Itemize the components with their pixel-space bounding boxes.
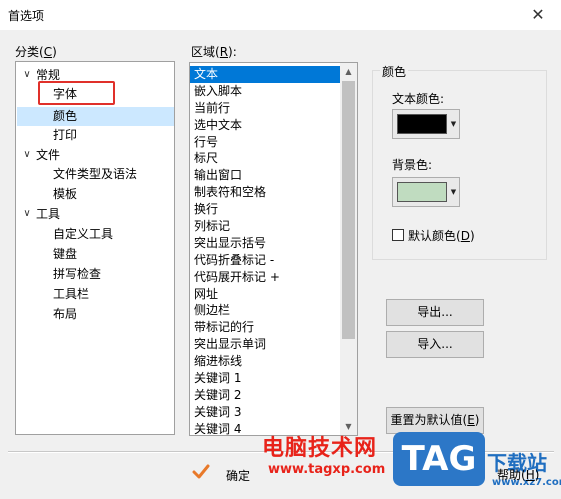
tree-item-font[interactable]: 字体 (53, 84, 77, 104)
region-list-item[interactable]: 输出窗口 (190, 167, 341, 184)
region-list-item[interactable]: 行号 (190, 134, 341, 151)
bg-color-picker[interactable]: ▼ (392, 177, 460, 207)
tree-item-layout[interactable]: 布局 (53, 304, 77, 324)
tree-item-general[interactable]: ∨ 常规 (16, 65, 166, 85)
tree-selection-highlight (17, 107, 174, 126)
region-list-item[interactable]: 制表符和空格 (190, 184, 341, 201)
region-list-item[interactable]: 关键词 3 (190, 404, 341, 421)
regions-label: 区域(R): (191, 45, 237, 59)
region-list[interactable]: 文本 嵌入脚本 当前行 选中文本 行号 标尺 输出窗口 制表符和空格 换行 列标记 突出显示括号 代码… (189, 62, 358, 436)
scroll-thumb[interactable] (342, 81, 355, 339)
text-color-swatch (397, 114, 447, 134)
region-list-item[interactable]: 突出显示单词 (190, 336, 341, 353)
close-button[interactable]: ✕ (515, 0, 561, 30)
dropdown-arrow-icon: ▼ (450, 120, 457, 128)
tree-item-file[interactable]: ∨ 文件 (16, 145, 166, 165)
region-list-item[interactable]: 选中文本 (190, 117, 341, 134)
region-list-item[interactable]: 列标记 (190, 218, 341, 235)
region-list-item[interactable]: 标尺 (190, 150, 341, 167)
checkmark-icon (192, 464, 210, 479)
region-list-item[interactable]: 关键词 1 (190, 370, 341, 387)
text-color-label: 文本颜色: (392, 92, 445, 106)
tree-item-color[interactable]: 颜色 (53, 106, 77, 126)
window-title: 首选项 (8, 9, 45, 23)
tree-item-templates[interactable]: 模板 (53, 184, 77, 204)
region-list-item[interactable]: 突出显示括号 (190, 235, 341, 252)
region-list-item[interactable]: 缩进标线 (190, 353, 341, 370)
chevron-down-icon[interactable]: ∨ (21, 204, 33, 224)
tree-item-print[interactable]: 打印 (53, 125, 77, 145)
region-list-item[interactable]: 代码折叠标记 - (190, 252, 341, 269)
region-list-item[interactable]: 当前行 (190, 100, 341, 117)
default-color-checkbox[interactable] (392, 229, 404, 241)
region-scrollbar[interactable]: ▲ ▼ (340, 63, 357, 435)
region-list-item[interactable]: 换行 (190, 201, 341, 218)
region-list-item[interactable]: 代码展开标记 + (190, 269, 341, 286)
tag-logo: TAG (393, 432, 485, 486)
tree-item-tools[interactable]: ∨ 工具 (16, 204, 166, 224)
help-button[interactable]: 帮助(H) (497, 466, 539, 483)
watermark-site-url: www.tagxp.com (268, 462, 386, 477)
export-button[interactable]: 导出... (386, 299, 484, 326)
bg-color-swatch (397, 182, 447, 202)
region-list-items: 文本 嵌入脚本 当前行 选中文本 行号 标尺 输出窗口 制表符和空格 换行 列标记 突出显示括号 代码… (190, 66, 341, 435)
watermark-site-name: 电脑技术网 (262, 436, 378, 461)
reset-defaults-button[interactable]: 重置为默认值(E) (386, 407, 484, 434)
tree-item-file-types[interactable]: 文件类型及语法 (53, 164, 137, 184)
category-tree[interactable]: ∨ 常规 字体 颜色 打印 ∨ 文件 文件类型及语法 模板 ∨ 工具 自定义工具… (15, 61, 175, 435)
region-list-item[interactable]: 文本 (190, 66, 341, 83)
text-color-picker[interactable]: ▼ (392, 109, 460, 139)
categories-label: 分类(C) (15, 45, 57, 59)
ok-button[interactable]: 确定 (226, 467, 250, 484)
tree-item-custom-tools[interactable]: 自定义工具 (53, 224, 113, 244)
title-bar: 首选项 ✕ (0, 0, 561, 30)
import-button[interactable]: 导入... (386, 331, 484, 358)
default-color-label: 默认颜色(D) (408, 229, 475, 243)
region-list-item[interactable]: 关键词 2 (190, 387, 341, 404)
region-list-item[interactable]: 网址 (190, 286, 341, 303)
dropdown-arrow-icon: ▼ (450, 188, 457, 196)
region-list-item[interactable]: 侧边栏 (190, 302, 341, 319)
chevron-down-icon[interactable]: ∨ (21, 65, 33, 85)
color-group-title: 颜色 (380, 63, 409, 80)
bg-color-label: 背景色: (392, 158, 433, 172)
region-list-item[interactable]: 带标记的行 (190, 319, 341, 336)
scroll-up-icon[interactable]: ▲ (340, 63, 357, 80)
chevron-down-icon[interactable]: ∨ (21, 145, 33, 165)
tree-item-keyboard[interactable]: 键盘 (53, 244, 77, 264)
region-list-item[interactable]: 嵌入脚本 (190, 83, 341, 100)
tree-item-toolbar[interactable]: 工具栏 (53, 284, 89, 304)
tree-item-spell-check[interactable]: 拼写检查 (53, 264, 101, 284)
